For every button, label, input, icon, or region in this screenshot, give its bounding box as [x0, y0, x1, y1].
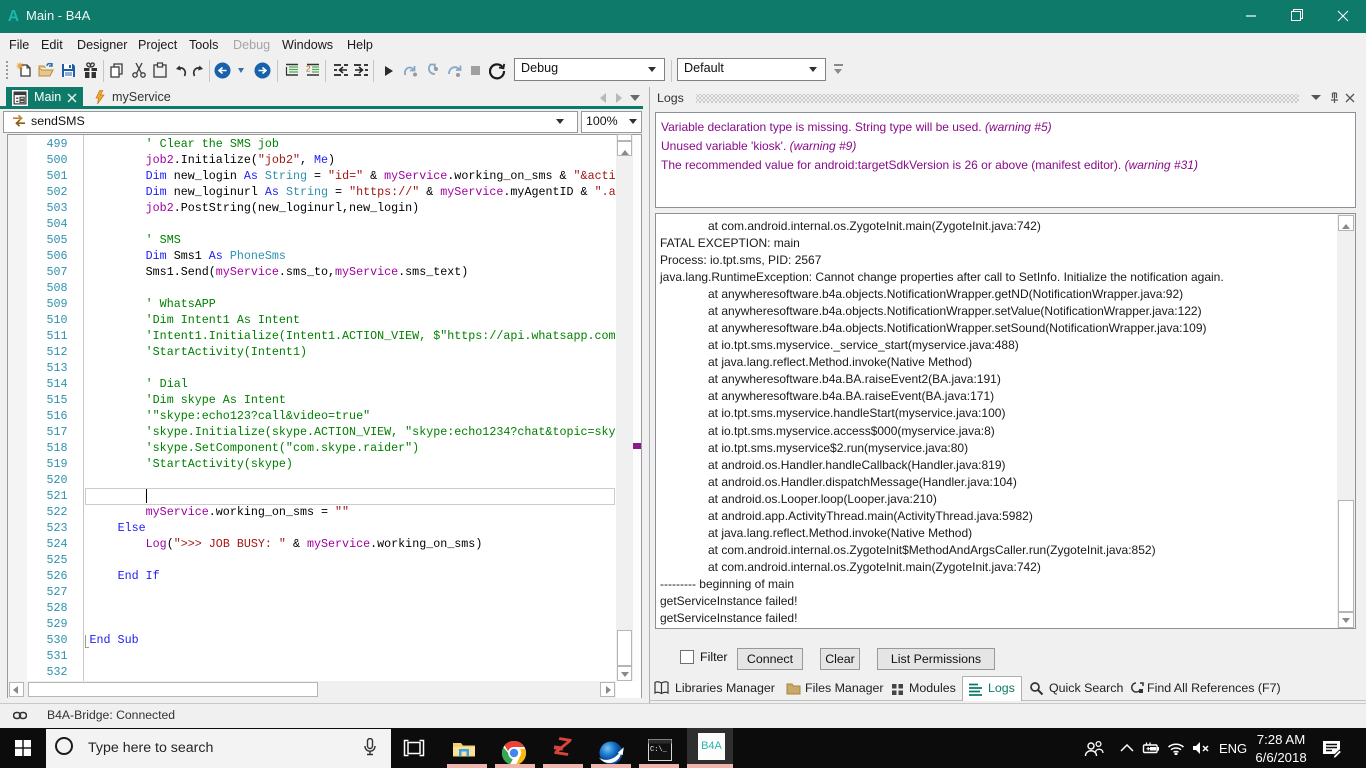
svg-text:2: 2 — [306, 65, 311, 74]
svg-text:C:\_: C:\_ — [650, 746, 668, 754]
